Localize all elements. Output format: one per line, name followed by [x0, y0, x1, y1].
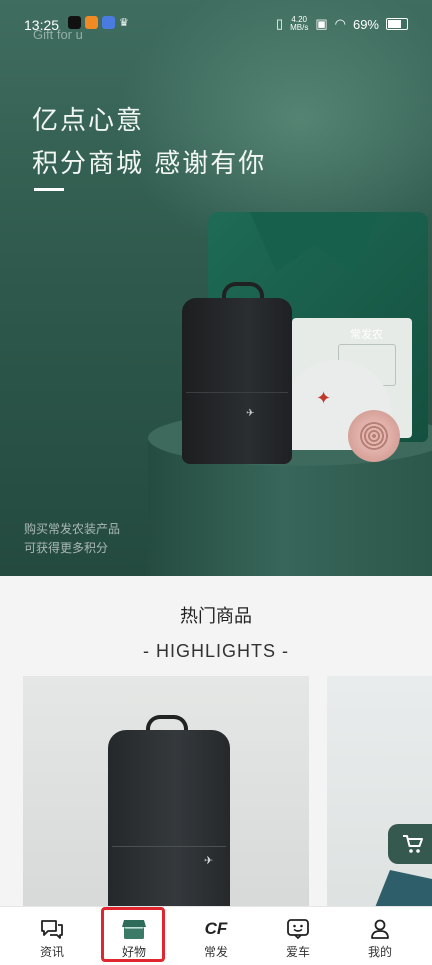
- backpack-image: [182, 298, 292, 464]
- wifi-icon: ◠: [334, 16, 346, 31]
- nav-item-car[interactable]: 爱车: [255, 907, 341, 965]
- status-bar: 13:25 ♛ ▯ 4.20 MB/s ▣ ◠ 69%: [0, 0, 432, 48]
- backpack-seam: [186, 392, 288, 393]
- hero-divider: [34, 188, 64, 191]
- tiktok-icon: [68, 16, 81, 29]
- net-speed-unit: MB/s: [290, 23, 309, 32]
- bottom-nav: 资讯 好物 CF 常发 爱车 我的: [0, 906, 432, 965]
- vibrate-icon: ▯: [275, 16, 284, 31]
- smile-icon: [287, 919, 309, 940]
- hero-caption-line1: 购买常发农装产品: [24, 522, 121, 536]
- battery-text: 69%: [352, 16, 379, 32]
- highlights-subtitle: - HIGHLIGHTS -: [142, 641, 289, 661]
- status-app-icons: ♛: [68, 16, 132, 29]
- speaker-grill: [360, 422, 388, 450]
- sim-icon: ▣: [315, 16, 328, 31]
- highlights-title: 热门商品: [180, 606, 252, 627]
- cart-button[interactable]: [388, 824, 432, 864]
- net-speed: 4.20 MB/s: [290, 16, 308, 32]
- status-time: 13:25: [24, 17, 60, 33]
- hero-title-line1: 亿点心意: [32, 106, 145, 136]
- cap-emblem-icon: ✦: [316, 388, 332, 409]
- cf-logo-icon: CF: [204, 919, 228, 938]
- chat-icon: [41, 920, 63, 939]
- hero-title-line2: 积分商城 感谢有你: [32, 149, 267, 179]
- backpack-logo-icon: ✈: [246, 408, 255, 419]
- hero-banner[interactable]: 常发农 ✦ ✈ Gift for u 亿点心意 积分商城 感谢有你 购买常发农装…: [0, 0, 432, 576]
- active-tab-highlight: [101, 907, 165, 962]
- nav-label-news: 资讯: [39, 945, 64, 959]
- crown-icon: ♛: [119, 16, 129, 29]
- person-icon: [371, 919, 389, 939]
- nav-label-changfa: 常发: [203, 945, 228, 959]
- notification-app-icon-2: [102, 16, 115, 29]
- cart-icon: [403, 835, 423, 853]
- card-backpack-seam: [112, 846, 226, 847]
- nav-item-changfa[interactable]: CF 常发: [173, 907, 259, 965]
- battery-icon: [386, 18, 408, 30]
- nav-item-mine[interactable]: 我的: [337, 907, 423, 965]
- notification-app-icon: [85, 16, 98, 29]
- hero-caption-line2: 可获得更多积分: [24, 541, 109, 555]
- nav-label-mine: 我的: [367, 945, 392, 959]
- status-right: ▯ 4.20 MB/s ▣ ◠ 69%: [276, 16, 408, 32]
- shirt-logo: 常发农: [350, 328, 383, 341]
- nav-item-news[interactable]: 资讯: [9, 907, 95, 965]
- product-image-backpack: [108, 730, 230, 920]
- card-backpack-logo-icon: ✈: [204, 854, 214, 867]
- nav-label-car: 爱车: [285, 945, 310, 959]
